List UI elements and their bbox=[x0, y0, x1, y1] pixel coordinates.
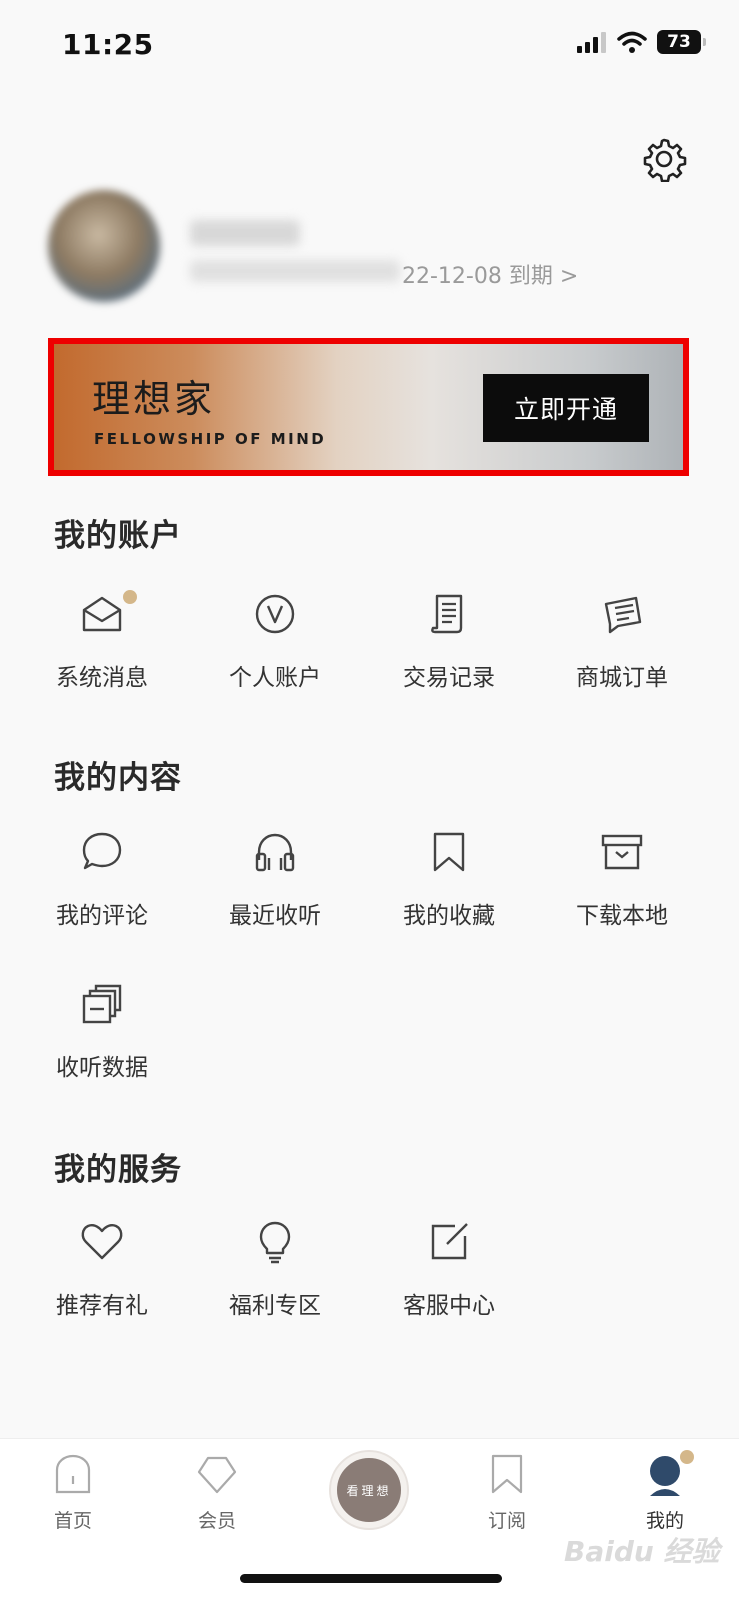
signal-icon bbox=[577, 32, 606, 53]
center-logo-button[interactable]: 看理想 bbox=[331, 1452, 407, 1528]
menu-item-label: 福利专区 bbox=[229, 1293, 321, 1319]
menu-item-system-messages[interactable]: 系统消息 bbox=[27, 590, 177, 712]
pentagon-icon bbox=[197, 1456, 237, 1494]
menu-item-personal-account[interactable]: 个人账户 bbox=[200, 592, 350, 712]
menu-item-label: 商城订单 bbox=[576, 665, 668, 691]
tab-label: 首页 bbox=[53, 1510, 92, 1532]
tab-label: 订阅 bbox=[487, 1510, 526, 1532]
banner-subtitle: FELLOWSHIP OF MIND bbox=[94, 430, 327, 448]
menu-item-label: 个人账户 bbox=[229, 665, 321, 691]
receipt-icon bbox=[431, 594, 463, 634]
tab-membership[interactable]: 会员 bbox=[162, 1454, 272, 1534]
menu-item-customer-service[interactable]: 客服中心 bbox=[374, 1220, 524, 1340]
user-membership-blurred bbox=[190, 260, 400, 282]
tab-label: 我的 bbox=[645, 1510, 684, 1532]
menu-item-label: 收听数据 bbox=[56, 1055, 148, 1081]
status-time: 11:25 bbox=[62, 28, 154, 61]
stacked-cards-icon bbox=[82, 984, 122, 1024]
bookmark-icon bbox=[491, 1454, 523, 1494]
user-avatar-icon bbox=[650, 1456, 680, 1496]
watermark: Baidu 经验 bbox=[564, 1535, 720, 1568]
home-icon bbox=[55, 1454, 91, 1494]
wifi-icon bbox=[617, 31, 647, 53]
speech-bubble-icon bbox=[82, 832, 122, 870]
screen: 11:25 73 22-12-08 到期 > 理想家 FELLOWSHIP OF… bbox=[0, 0, 739, 1600]
menu-item-shop-orders[interactable]: 商城订单 bbox=[547, 592, 697, 712]
menu-item-my-comments[interactable]: 我的评论 bbox=[27, 830, 177, 950]
menu-item-label: 我的收藏 bbox=[403, 903, 495, 929]
tab-home[interactable]: 首页 bbox=[18, 1454, 128, 1534]
menu-item-downloads[interactable]: 下载本地 bbox=[547, 830, 697, 950]
status-indicators: 73 bbox=[577, 30, 706, 54]
menu-item-label: 客服中心 bbox=[403, 1293, 495, 1319]
section-title-services: 我的服务 bbox=[54, 1152, 182, 1188]
archive-box-icon bbox=[601, 834, 643, 870]
gear-icon[interactable] bbox=[641, 136, 687, 182]
bookmark-icon bbox=[433, 832, 465, 872]
menu-item-referral-gift[interactable]: 推荐有礼 bbox=[27, 1220, 177, 1340]
membership-expiry-link[interactable]: 22-12-08 到期 > bbox=[402, 258, 578, 290]
section-title-content: 我的内容 bbox=[54, 760, 182, 796]
activate-now-button[interactable]: 立即开通 bbox=[483, 374, 649, 442]
envelope-icon bbox=[82, 596, 122, 632]
menu-item-label: 交易记录 bbox=[403, 665, 495, 691]
menu-item-listening-data[interactable]: 收听数据 bbox=[27, 982, 177, 1102]
menu-item-label: 我的评论 bbox=[56, 903, 148, 929]
v-circle-icon bbox=[255, 594, 295, 634]
banner-title: 理想家 bbox=[92, 377, 216, 421]
order-list-icon bbox=[604, 596, 642, 634]
menu-item-label: 下载本地 bbox=[576, 903, 668, 929]
menu-item-my-favorites[interactable]: 我的收藏 bbox=[374, 830, 524, 950]
home-indicator[interactable] bbox=[240, 1574, 502, 1583]
notification-dot bbox=[680, 1450, 694, 1464]
lightbulb-icon bbox=[259, 1221, 291, 1264]
notification-dot bbox=[123, 590, 137, 604]
menu-item-label: 最近收听 bbox=[229, 903, 321, 929]
menu-item-label: 推荐有礼 bbox=[56, 1293, 148, 1319]
battery-indicator: 73 bbox=[657, 30, 706, 54]
menu-item-label: 系统消息 bbox=[56, 665, 148, 691]
menu-item-welfare-zone[interactable]: 福利专区 bbox=[200, 1220, 350, 1340]
user-name-blurred bbox=[190, 220, 300, 246]
menu-item-transactions[interactable]: 交易记录 bbox=[374, 592, 524, 712]
tab-subscriptions[interactable]: 订阅 bbox=[452, 1454, 562, 1534]
section-title-account: 我的账户 bbox=[54, 518, 182, 554]
tab-label: 会员 bbox=[197, 1510, 236, 1532]
edit-icon bbox=[431, 1223, 468, 1260]
heart-icon bbox=[81, 1224, 123, 1260]
menu-item-recent-listening[interactable]: 最近收听 bbox=[200, 830, 350, 950]
user-avatar[interactable] bbox=[48, 190, 160, 302]
headphones-icon bbox=[255, 833, 295, 872]
